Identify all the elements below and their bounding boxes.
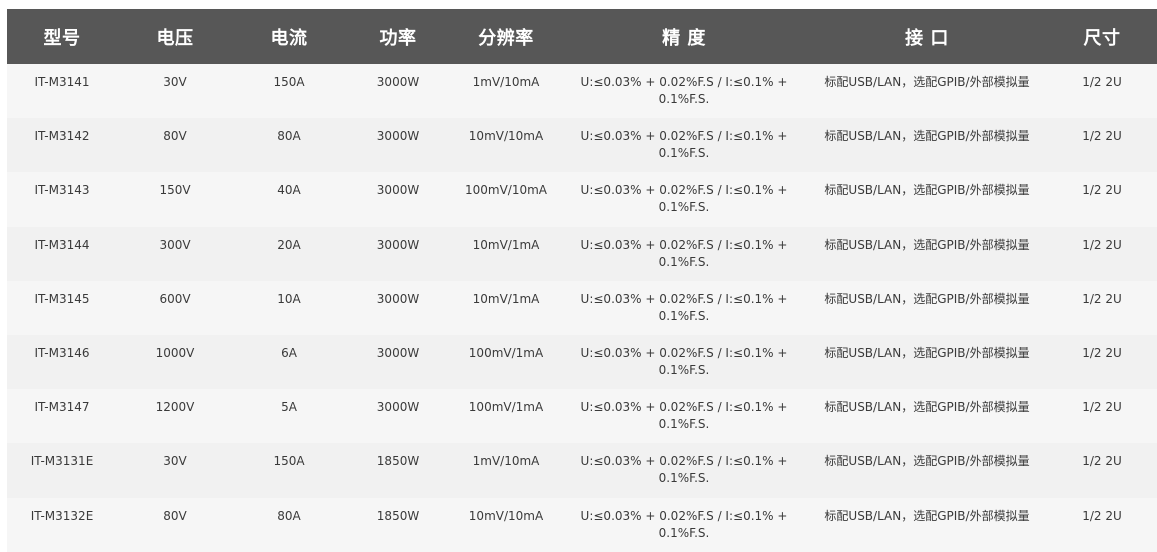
cell-resolution: 10mV/10mA [468, 508, 544, 523]
table-row: IT-M3144 300V 20A 3000W 10mV/1mA U:≤0.03… [7, 226, 1157, 281]
cell-model: IT-M3131E [30, 454, 94, 469]
cell-current: 150A [273, 75, 305, 89]
cell-precision: U:≤0.03% + 0.02%F.S / I:≤0.1% + 0.1%F.S. [580, 129, 788, 161]
table-row: IT-M3141 30V 150A 3000W 1mV/10mA U:≤0.03… [7, 64, 1157, 119]
cell-model: IT-M3145 [34, 291, 90, 306]
cell-voltage: 150V [159, 183, 191, 198]
cell-power: 3000W [376, 345, 420, 360]
cell-resolution: 100mV/1mA [468, 400, 544, 415]
cell-voltage: 1000V [155, 345, 195, 360]
cell-size: 1/2 2U [1082, 291, 1122, 306]
cell-interface: 标配USB/LAN，选配GPIB/外部模拟量 [824, 237, 1030, 252]
cell-interface: 标配USB/LAN，选配GPIB/外部模拟量 [824, 400, 1030, 415]
cell-interface: 标配USB/LAN，选配GPIB/外部模拟量 [824, 183, 1030, 198]
cell-power: 3000W [376, 183, 420, 198]
cell-power: 1850W [376, 508, 420, 523]
header-resolution: 分辨率 [478, 27, 534, 49]
cell-interface: 标配USB/LAN，选配GPIB/外部模拟量 [824, 129, 1030, 144]
cell-size: 1/2 2U [1082, 508, 1122, 523]
cell-model: IT-M3147 [34, 400, 90, 415]
cell-voltage: 300V [159, 237, 191, 252]
header-voltage: 电压 [156, 27, 194, 49]
header-model: 型号 [43, 27, 81, 49]
cell-precision: U:≤0.03% + 0.02%F.S / I:≤0.1% + 0.1%F.S. [580, 291, 788, 323]
cell-interface: 标配USB/LAN，选配GPIB/外部模拟量 [824, 508, 1030, 523]
table-row: IT-M3147 1200V 5A 3000W 100mV/1mA U:≤0.0… [7, 389, 1157, 444]
cell-size: 1/2 2U [1082, 400, 1122, 415]
cell-resolution: 10mV/1mA [472, 237, 540, 252]
cell-size: 1/2 2U [1082, 75, 1122, 89]
cell-size: 1/2 2U [1082, 345, 1122, 360]
cell-power: 1850W [376, 454, 420, 469]
cell-precision: U:≤0.03% + 0.02%F.S / I:≤0.1% + 0.1%F.S. [580, 345, 788, 377]
cell-precision: U:≤0.03% + 0.02%F.S / I:≤0.1% + 0.1%F.S. [580, 237, 788, 269]
table-row: IT-M3146 1000V 6A 3000W 100mV/1mA U:≤0.0… [7, 334, 1157, 390]
header-size: 尺寸 [1083, 27, 1121, 49]
cell-voltage: 600V [159, 291, 191, 306]
table-row: IT-M3131E 30V 150A 1850W 1mV/10mA U:≤0.0… [7, 443, 1157, 498]
cell-voltage: 1200V [155, 400, 195, 415]
cell-interface: 标配USB/LAN，选配GPIB/外部模拟量 [824, 454, 1030, 469]
table-header-row: 型号 电压 电流 功率 分辨率 精 度 接 口 尺寸 [7, 9, 1157, 64]
cell-current: 6A [281, 345, 297, 360]
cell-power: 3000W [376, 400, 420, 415]
header-interface: 接 口 [905, 27, 949, 49]
cell-resolution: 100mV/10mA [464, 183, 547, 198]
cell-voltage: 80V [163, 129, 187, 144]
cell-size: 1/2 2U [1082, 129, 1122, 144]
cell-model: IT-M3144 [34, 237, 90, 252]
cell-current: 80A [277, 129, 301, 144]
header-precision: 精 度 [662, 27, 706, 49]
cell-current: 10A [277, 291, 301, 306]
cell-size: 1/2 2U [1082, 183, 1122, 198]
cell-resolution: 10mV/10mA [468, 129, 544, 144]
cell-voltage: 80V [163, 508, 187, 523]
table-row: IT-M3142 80V 80A 3000W 10mV/10mA U:≤0.03… [7, 118, 1157, 173]
cell-precision: U:≤0.03% + 0.02%F.S / I:≤0.1% + 0.1%F.S. [580, 75, 788, 106]
cell-model: IT-M3141 [34, 75, 90, 89]
spec-table: 型号 电压 电流 功率 分辨率 精 度 接 口 尺寸 IT-M3141 30V … [7, 9, 1157, 552]
header-current: 电流 [270, 27, 308, 49]
header-power: 功率 [379, 27, 417, 49]
cell-current: 150A [273, 454, 305, 469]
cell-resolution: 1mV/10mA [472, 454, 540, 469]
cell-resolution: 1mV/10mA [472, 75, 540, 89]
table-row: IT-M3143 150V 40A 3000W 100mV/10mA U:≤0.… [7, 172, 1157, 227]
cell-model: IT-M3132E [30, 508, 94, 523]
cell-precision: U:≤0.03% + 0.02%F.S / I:≤0.1% + 0.1%F.S. [580, 454, 788, 486]
cell-model: IT-M3142 [34, 129, 90, 144]
cell-interface: 标配USB/LAN，选配GPIB/外部模拟量 [824, 75, 1030, 89]
cell-power: 3000W [376, 75, 420, 89]
cell-precision: U:≤0.03% + 0.02%F.S / I:≤0.1% + 0.1%F.S. [580, 508, 788, 540]
cell-voltage: 30V [163, 454, 187, 469]
cell-precision: U:≤0.03% + 0.02%F.S / I:≤0.1% + 0.1%F.S. [580, 183, 788, 215]
cell-size: 1/2 2U [1082, 454, 1122, 469]
cell-precision: U:≤0.03% + 0.02%F.S / I:≤0.1% + 0.1%F.S. [580, 400, 788, 432]
cell-power: 3000W [376, 237, 420, 252]
cell-voltage: 30V [163, 75, 187, 89]
cell-interface: 标配USB/LAN，选配GPIB/外部模拟量 [824, 291, 1030, 306]
cell-current: 40A [277, 183, 301, 198]
cell-current: 80A [277, 508, 301, 523]
cell-interface: 标配USB/LAN，选配GPIB/外部模拟量 [824, 345, 1030, 360]
cell-power: 3000W [376, 291, 420, 306]
cell-model: IT-M3146 [34, 345, 90, 360]
cell-model: IT-M3143 [34, 183, 90, 198]
cell-current: 5A [281, 400, 297, 415]
cell-power: 3000W [376, 129, 420, 144]
cell-resolution: 100mV/1mA [468, 345, 544, 360]
table-row: IT-M3132E 80V 80A 1850W 10mV/10mA U:≤0.0… [7, 497, 1157, 552]
spec-table-container: 型号 电压 电流 功率 分辨率 精 度 接 口 尺寸 IT-M3141 30V … [7, 9, 1157, 552]
cell-current: 20A [277, 237, 301, 252]
cell-resolution: 10mV/1mA [472, 291, 540, 306]
cell-size: 1/2 2U [1082, 237, 1122, 252]
table-row: IT-M3145 600V 10A 3000W 10mV/1mA U:≤0.03… [7, 280, 1157, 335]
